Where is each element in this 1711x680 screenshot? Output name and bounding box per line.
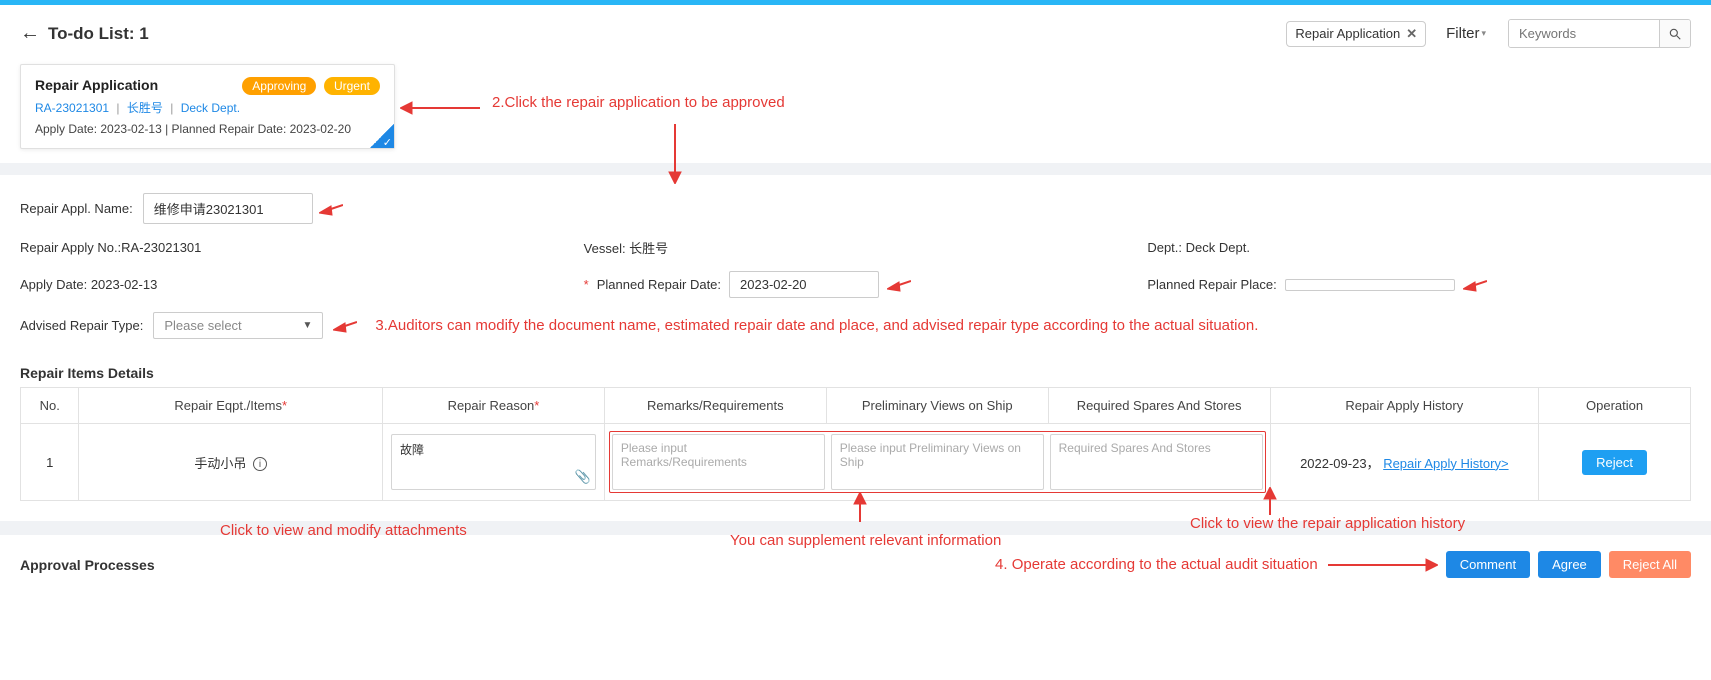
card-dates: Apply Date: 2023-02-13 | Planned Repair … — [35, 122, 380, 136]
selected-corner-icon — [370, 124, 394, 148]
card-ref-link[interactable]: RA-23021301 — [35, 101, 109, 115]
approval-processes-title: Approval Processes — [20, 557, 155, 573]
remarks-input[interactable]: Please input Remarks/Requirements — [612, 434, 825, 490]
planned-date-label: Planned Repair Date: — [597, 277, 721, 292]
agree-button[interactable]: Agree — [1538, 551, 1601, 578]
annotation-text-2: 2.Click the repair application to be app… — [492, 94, 785, 111]
col-spares: Required Spares And Stores — [1048, 388, 1270, 424]
remarks-placeholder: Please input Remarks/Requirements — [621, 441, 747, 469]
comment-button[interactable]: Comment — [1446, 551, 1530, 578]
col-remarks: Remarks/Requirements — [604, 388, 826, 424]
col-prelim: Preliminary Views on Ship — [826, 388, 1048, 424]
close-icon[interactable]: ✕ — [1406, 26, 1417, 42]
cell-no: 1 — [21, 424, 79, 501]
annotation-arrow — [1328, 557, 1438, 573]
planned-date-input[interactable]: 2023-02-20 — [729, 271, 879, 298]
search-box — [1508, 19, 1691, 48]
search-button[interactable] — [1659, 20, 1690, 47]
card-title: Repair Application — [35, 77, 158, 93]
chevron-down-icon: ▾ — [1481, 28, 1486, 39]
card-vessel-link[interactable]: 长胜号 — [127, 101, 163, 115]
planned-date-value: 2023-02-20 — [740, 277, 807, 292]
table-row: 1 手动小吊 i 故障 📎 Please input Remarks/Requi… — [21, 424, 1691, 501]
search-input[interactable] — [1509, 20, 1659, 47]
annotation-arrow — [319, 201, 343, 217]
annotation-arrow — [850, 492, 870, 522]
col-op: Operation — [1539, 388, 1691, 424]
filter-chip-repair-application[interactable]: Repair Application ✕ — [1286, 21, 1426, 47]
advised-type-select[interactable]: Please select ▼ — [153, 312, 323, 339]
spares-input[interactable]: Required Spares And Stores — [1050, 434, 1263, 490]
filter-button[interactable]: Filter ▾ — [1446, 25, 1486, 42]
page-title: To-do List: 1 — [48, 24, 1278, 44]
planned-place-input[interactable] — [1285, 279, 1455, 291]
planned-place-label: Planned Repair Place: — [1147, 277, 1276, 292]
prelim-placeholder: Please input Preliminary Views on Ship — [840, 441, 1021, 469]
col-history: Repair Apply History — [1270, 388, 1539, 424]
reject-all-button[interactable]: Reject All — [1609, 551, 1691, 578]
annotation-arrow — [1463, 277, 1487, 293]
attachment-icon[interactable]: 📎 — [575, 469, 591, 485]
advised-type-label: Advised Repair Type: — [20, 318, 143, 333]
card-meta-line: RA-23021301 | 长胜号 | Deck Dept. — [35, 99, 380, 116]
repair-application-card[interactable]: Repair Application Approving Urgent RA-2… — [20, 64, 395, 149]
history-date: 2022-09-23， — [1300, 456, 1380, 471]
col-eq: Repair Eqpt./Items — [174, 398, 282, 413]
apply-date-label: Apply Date: 2023-02-13 — [20, 277, 157, 292]
status-badge-approving: Approving — [242, 77, 316, 95]
chevron-down-icon: ▼ — [302, 320, 312, 331]
annotation-arrow — [333, 318, 357, 334]
status-badge-urgent: Urgent — [324, 77, 380, 95]
col-reason: Repair Reason — [448, 398, 535, 413]
info-icon[interactable]: i — [253, 457, 267, 471]
repair-appl-name-input[interactable]: 维修申请23021301 — [143, 193, 313, 224]
vessel-label: Vessel: 长胜号 — [584, 238, 669, 257]
spares-placeholder: Required Spares And Stores — [1059, 441, 1211, 455]
history-link[interactable]: Repair Apply History> — [1383, 456, 1508, 471]
dept-label: Dept.: Deck Dept. — [1147, 240, 1250, 255]
cell-eq: 手动小吊 — [194, 456, 246, 471]
col-no: No. — [21, 388, 79, 424]
apply-no-label: Repair Apply No.:RA-23021301 — [20, 240, 201, 255]
reason-input[interactable]: 故障 📎 — [391, 434, 596, 490]
annotation-arrow — [400, 98, 480, 118]
repair-items-details-title: Repair Items Details — [20, 365, 1691, 381]
prelim-input[interactable]: Please input Preliminary Views on Ship — [831, 434, 1044, 490]
reject-button[interactable]: Reject — [1582, 450, 1647, 475]
back-arrow-icon[interactable]: ← — [20, 22, 40, 45]
repair-appl-name-label: Repair Appl. Name: — [20, 201, 133, 216]
annotation-text-4: 4. Operate according to the actual audit… — [995, 556, 1318, 573]
reason-value: 故障 — [400, 443, 424, 457]
advised-type-placeholder: Please select — [164, 318, 241, 333]
search-icon — [1668, 27, 1682, 41]
annotation-arrow — [887, 277, 911, 293]
repair-appl-name-value: 维修申请23021301 — [154, 202, 264, 217]
filter-chip-label: Repair Application — [1295, 26, 1400, 41]
repair-items-table: No. Repair Eqpt./Items* Repair Reason* R… — [20, 387, 1691, 501]
filter-label: Filter — [1446, 25, 1479, 42]
card-dept-link[interactable]: Deck Dept. — [181, 101, 240, 115]
annotation-text-3: 3.Auditors can modify the document name,… — [375, 317, 1258, 334]
annotation-arrow — [1260, 487, 1280, 515]
